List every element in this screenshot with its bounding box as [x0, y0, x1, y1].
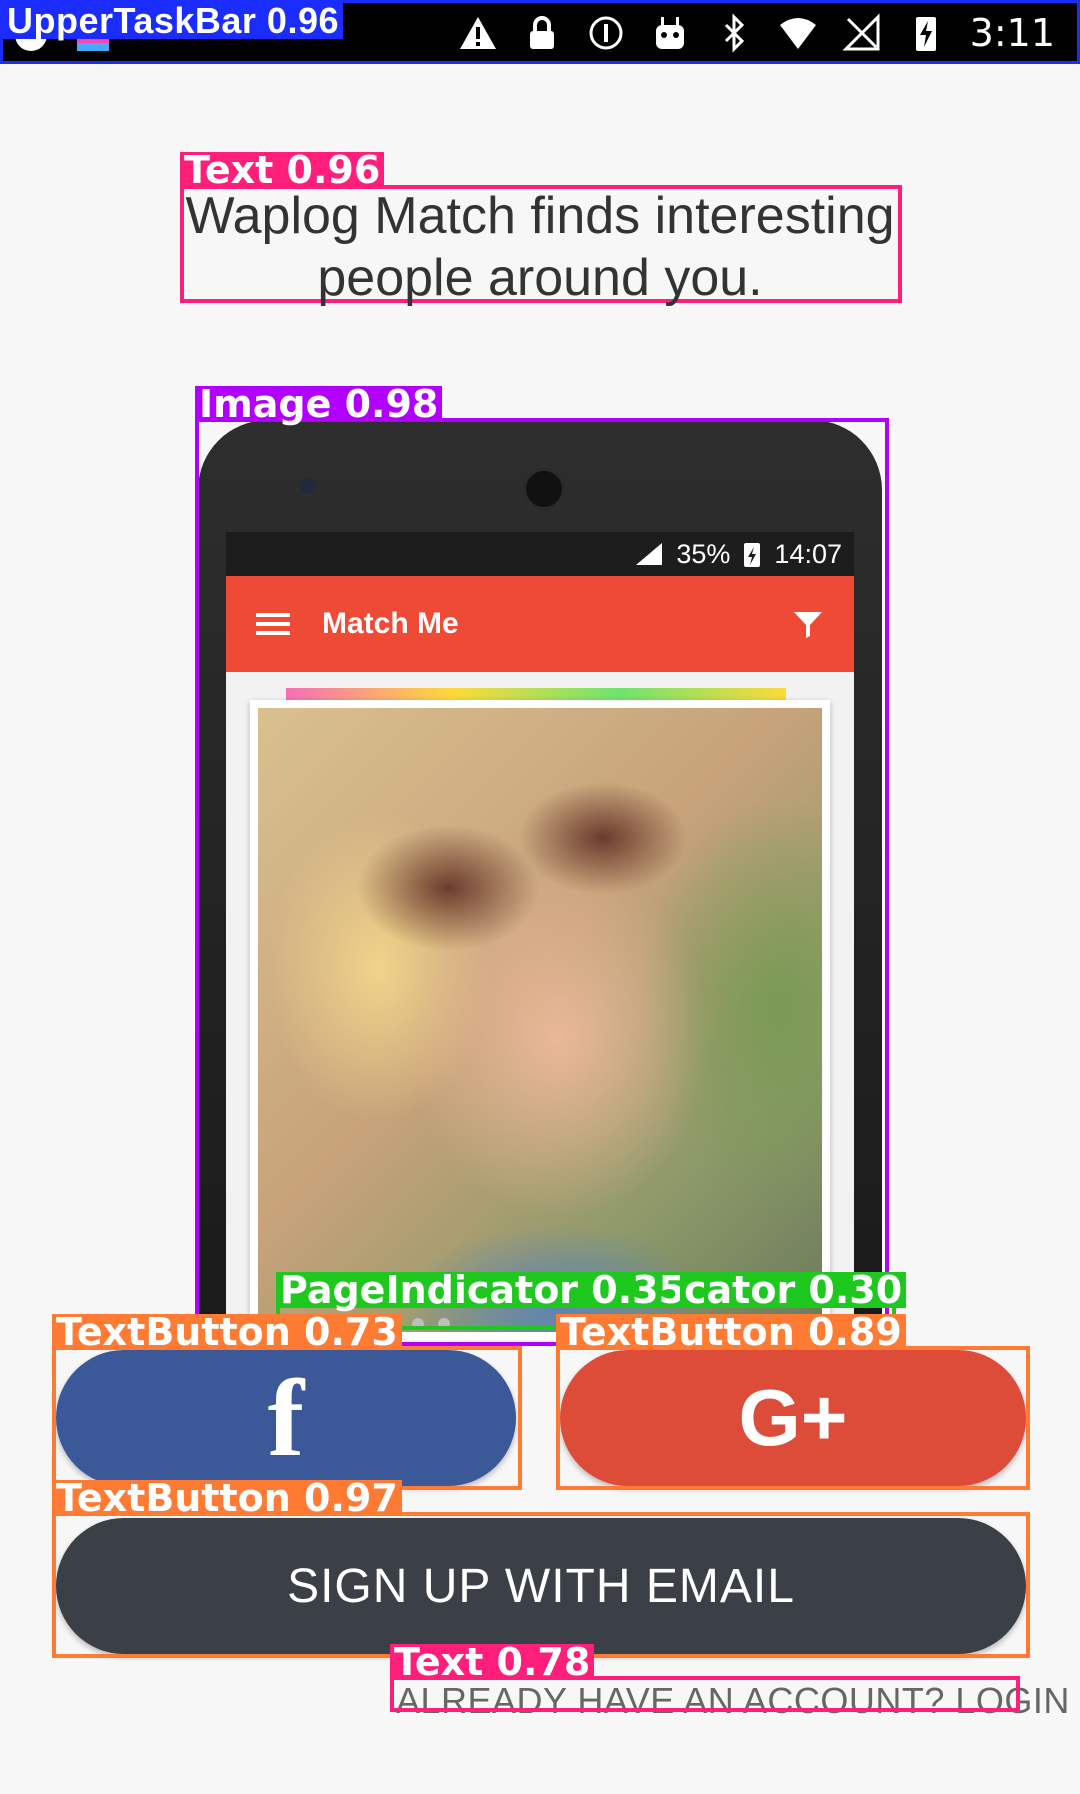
phone-speaker [523, 468, 565, 510]
inner-battery-percent: 35% [676, 538, 731, 569]
detection-label-facebook: TextButton 0.73 [52, 1313, 402, 1351]
warning-icon [459, 17, 496, 49]
headline-text: Waplog Match finds interesting people ar… [180, 185, 900, 309]
phone-camera [300, 478, 316, 494]
inner-app-bar: Match Me [226, 576, 854, 672]
headline-line-1: Waplog Match finds interesting [185, 187, 895, 245]
detection-label-image: Image 0.98 [195, 385, 443, 423]
lock-icon [529, 16, 554, 49]
detection-label-headline: Text 0.96 [180, 151, 385, 189]
google-signup-button[interactable]: G+ [560, 1350, 1026, 1486]
hamburger-menu-icon [256, 613, 290, 635]
inner-status-time: 14:07 [774, 538, 842, 569]
inner-app-title: Match Me [322, 607, 459, 640]
phone-screen: 35% 14:07 Match Me [226, 532, 854, 1340]
profile-card [250, 700, 830, 1340]
bluetooth-icon [724, 13, 744, 53]
detection-label-page-indicator: PageIndicator 0.35 [276, 1271, 690, 1309]
detection-label-upper-taskbar: UpperTaskBar 0.96 [3, 3, 343, 39]
detection-label-email: TextButton 0.97 [52, 1479, 402, 1517]
page-dot[interactable] [412, 1318, 424, 1330]
android-icon [655, 17, 684, 49]
inner-battery-icon [744, 543, 761, 567]
headline-line-2: people around you. [317, 249, 763, 307]
facebook-icon: f [267, 1357, 305, 1479]
detection-label-login: Text 0.78 [390, 1643, 595, 1681]
status-time: 3:11 [969, 11, 1055, 55]
battery-charging-icon [915, 17, 936, 51]
detection-label-page-indicator-2: cator 0.30 [680, 1271, 907, 1309]
filter-icon [794, 612, 822, 638]
signal-icon [636, 543, 663, 565]
page-dot[interactable] [438, 1318, 450, 1330]
facebook-signup-button[interactable]: f [56, 1350, 516, 1486]
google-plus-icon: G+ [738, 1373, 848, 1462]
email-signup-button[interactable]: SIGN UP WITH EMAIL [56, 1518, 1026, 1654]
no-signal-icon [842, 13, 880, 51]
wifi-icon [779, 18, 816, 49]
inner-status-bar: 35% 14:07 [226, 532, 854, 576]
detection-label-google: TextButton 0.89 [556, 1313, 906, 1351]
profile-photo [258, 708, 822, 1332]
login-link[interactable]: ALREADY HAVE AN ACCOUNT? LOGIN [396, 1680, 1070, 1722]
status-bar-right: 3:11 [458, 9, 1055, 57]
status-bar: 3:11 UpperTaskBar 0.96 [0, 0, 1080, 64]
info-icon [589, 16, 623, 50]
